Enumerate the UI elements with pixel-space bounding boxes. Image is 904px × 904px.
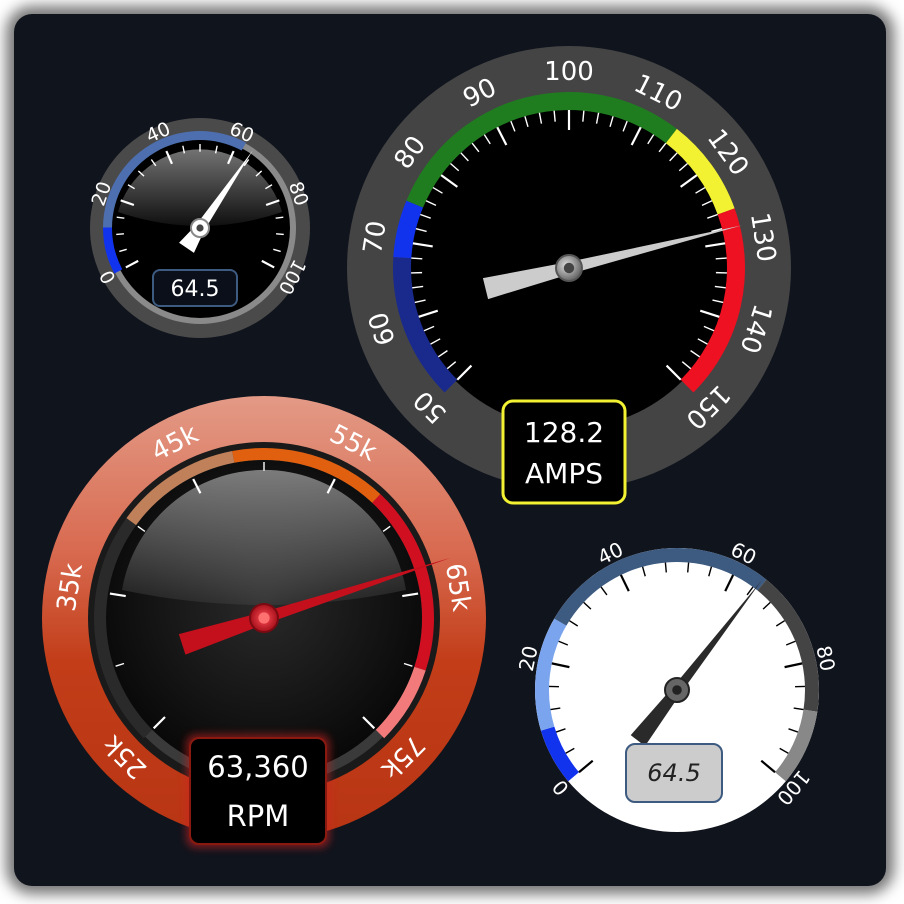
gauges-canvas: 02040 6080100 64.5 5060708090100 110120130… (42, 46, 840, 848)
small-needle-hub-dot (196, 224, 204, 232)
light-gauge: 02040 6080100 64.5 (514, 537, 840, 832)
amps-minor-tick (715, 257, 727, 260)
small-minor-tick (275, 216, 284, 219)
amps-readout-unit: AMPS (525, 457, 603, 490)
small-minor-tick (276, 233, 284, 236)
light-needle-hub-dot (672, 685, 682, 695)
amps-readout-value: 128.2 (524, 416, 604, 449)
rpm-needle-hub-dot (258, 612, 270, 624)
amps-tick-label: 100 (544, 57, 594, 87)
small-minor-tick (116, 233, 124, 236)
amps-needle-hub-dot (563, 262, 575, 274)
amps-minor-tick (411, 257, 423, 260)
small-gauge: 02040 6080100 64.5 (87, 118, 313, 338)
amps-gauge: 5060708090100 110120130140150 128.2 AMPS (347, 46, 791, 505)
light-minor-tick (687, 562, 690, 573)
rpm-readout-value: 63,360 (207, 750, 308, 784)
light-readout: 64.5 (647, 759, 700, 787)
light-minor-tick (664, 562, 667, 573)
rpm-gauge: 25k35k45k 55k65k75k 63,360 RPM (42, 396, 486, 848)
small-gauge-readout: 64.5 (171, 277, 220, 302)
amps-tick-label: 70 (358, 219, 393, 256)
small-minor-tick (116, 216, 125, 219)
rpm-readout-unit: RPM (227, 799, 290, 833)
